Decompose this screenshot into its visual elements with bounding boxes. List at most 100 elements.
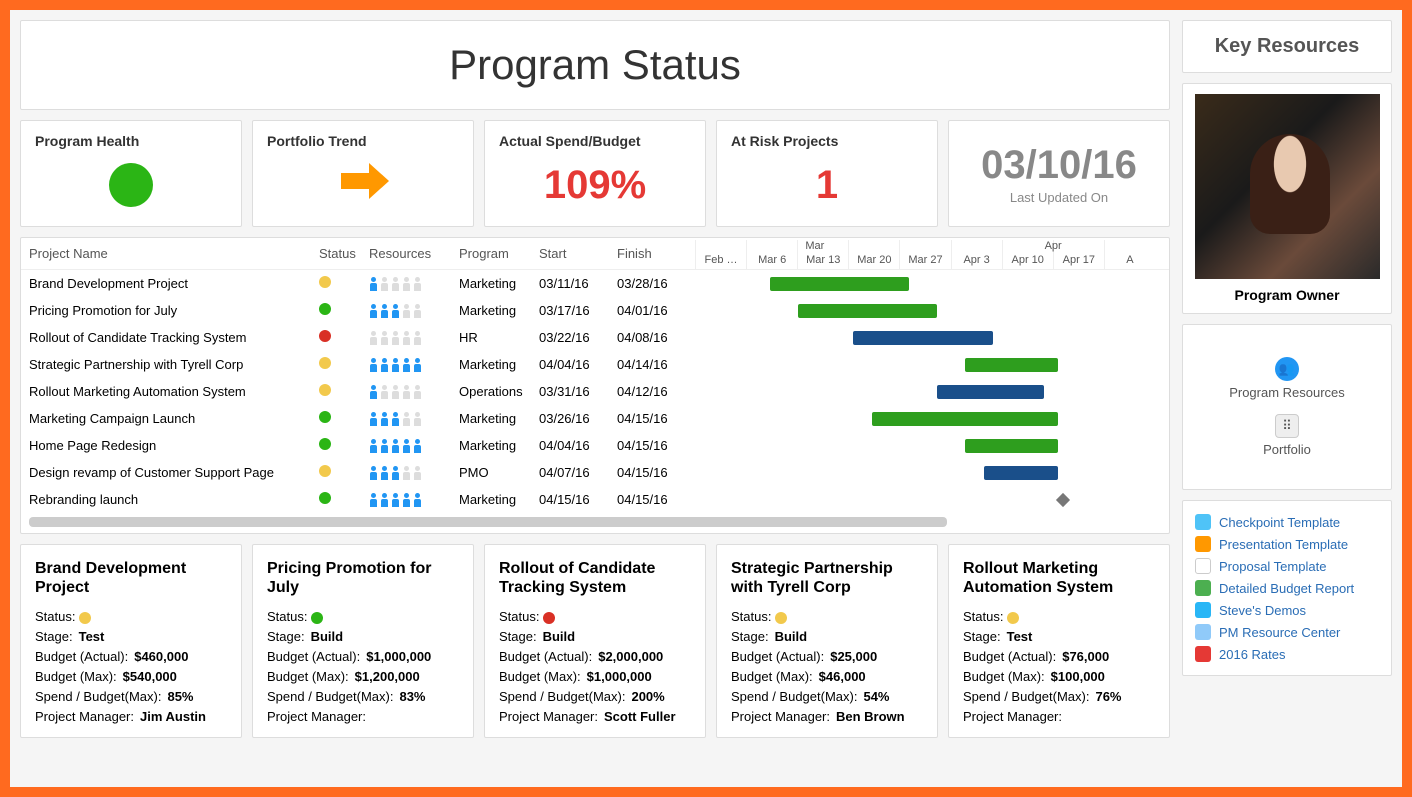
table-row[interactable]: Pricing Promotion for JulyMarketing03/17…: [21, 297, 1169, 324]
person-icon: [391, 304, 401, 318]
side-title: Key Resources: [1182, 20, 1392, 73]
title-panel: Program Status: [20, 20, 1170, 110]
card-line: Budget (Actual):$76,000: [963, 649, 1155, 664]
cell-finish: 04/15/16: [617, 492, 695, 507]
cell-resources: [369, 493, 459, 507]
cell-finish: 03/28/16: [617, 276, 695, 291]
status-dot-icon: [319, 357, 331, 369]
col-resources[interactable]: Resources: [369, 246, 459, 261]
cell-finish: 04/12/16: [617, 384, 695, 399]
kpi-risk[interactable]: At Risk Projects 1: [716, 120, 938, 227]
health-indicator-icon: [109, 163, 153, 207]
resource-link[interactable]: PM Resource Center: [1195, 621, 1379, 643]
cell-name: Design revamp of Customer Support Page: [29, 465, 319, 480]
horizontal-scrollbar[interactable]: [29, 517, 947, 527]
person-icon: [413, 304, 423, 318]
resource-link[interactable]: Steve's Demos: [1195, 599, 1379, 621]
col-program[interactable]: Program: [459, 246, 539, 261]
card-line: Budget (Max):$100,000: [963, 669, 1155, 684]
gantt-bar[interactable]: [965, 439, 1058, 453]
cell-resources: [369, 439, 459, 453]
card-line: Project Manager:Ben Brown: [731, 709, 923, 724]
people-icon: 👥: [1275, 357, 1299, 381]
person-icon: [369, 493, 379, 507]
timeline-tick: A: [1104, 240, 1155, 270]
project-card[interactable]: Brand Development ProjectStatus:Stage:Te…: [20, 544, 242, 738]
project-card[interactable]: Rollout Marketing Automation SystemStatu…: [948, 544, 1170, 738]
gantt-bar[interactable]: [770, 277, 910, 291]
table-row[interactable]: Strategic Partnership with Tyrell CorpMa…: [21, 351, 1169, 378]
person-icon: [391, 385, 401, 399]
cell-start: 03/17/16: [539, 303, 617, 318]
milestone-icon[interactable]: [1056, 492, 1070, 506]
cell-program: HR: [459, 330, 539, 345]
table-row[interactable]: Rollout of Candidate Tracking SystemHR03…: [21, 324, 1169, 351]
resource-link[interactable]: Presentation Template: [1195, 533, 1379, 555]
kpi-trend[interactable]: Portfolio Trend: [252, 120, 474, 227]
resource-link[interactable]: 2016 Rates: [1195, 643, 1379, 665]
cell-resources: [369, 412, 459, 426]
card-line: Status:: [267, 609, 459, 624]
timeline-header: MarAprFeb …Mar 6Mar 13Mar 20Mar 27Apr 3A…: [695, 240, 1155, 270]
cell-program: Marketing: [459, 357, 539, 372]
table-row[interactable]: Brand Development ProjectMarketing03/11/…: [21, 270, 1169, 297]
project-card[interactable]: Strategic Partnership with Tyrell CorpSt…: [716, 544, 938, 738]
project-card[interactable]: Rollout of Candidate Tracking SystemStat…: [484, 544, 706, 738]
col-start[interactable]: Start: [539, 246, 617, 261]
project-grid[interactable]: Project Name Status Resources Program St…: [20, 237, 1170, 534]
person-icon: [380, 493, 390, 507]
card-line: Budget (Max):$46,000: [731, 669, 923, 684]
person-icon: [402, 439, 412, 453]
table-row[interactable]: Rollout Marketing Automation SystemOpera…: [21, 378, 1169, 405]
person-icon: [402, 493, 412, 507]
person-icon: [369, 277, 379, 291]
card-line: Budget (Actual):$2,000,000: [499, 649, 691, 664]
col-name[interactable]: Project Name: [29, 246, 319, 261]
card-title: Brand Development Project: [35, 559, 227, 599]
person-icon: [369, 331, 379, 345]
col-finish[interactable]: Finish: [617, 246, 695, 261]
card-line: Stage:Build: [499, 629, 691, 644]
person-icon: [391, 466, 401, 480]
gantt-bar[interactable]: [984, 466, 1059, 480]
cell-resources: [369, 304, 459, 318]
gantt-bar[interactable]: [853, 331, 993, 345]
resource-link[interactable]: Proposal Template: [1195, 555, 1379, 577]
card-line: Stage:Build: [731, 629, 923, 644]
resource-item[interactable]: 👥Program Resources: [1193, 357, 1381, 400]
gantt-bar[interactable]: [872, 412, 1058, 426]
gantt-bar[interactable]: [937, 385, 1044, 399]
table-row[interactable]: Rebranding launchMarketing04/15/1604/15/…: [21, 486, 1169, 513]
gantt-bar[interactable]: [798, 304, 938, 318]
kpi-updated-caption: Last Updated On: [963, 190, 1155, 205]
project-card[interactable]: Pricing Promotion for JulyStatus:Stage:B…: [252, 544, 474, 738]
person-icon: [402, 358, 412, 372]
timeline-tick: Mar 20: [848, 240, 899, 270]
cell-timeline: [695, 275, 1161, 293]
program-owner-card[interactable]: Program Owner: [1182, 83, 1392, 314]
kpi-health[interactable]: Program Health: [20, 120, 242, 227]
resource-item[interactable]: ⠿Portfolio: [1193, 414, 1381, 457]
card-line: Budget (Actual):$25,000: [731, 649, 923, 664]
cell-start: 03/31/16: [539, 384, 617, 399]
table-row[interactable]: Home Page RedesignMarketing04/04/1604/15…: [21, 432, 1169, 459]
table-row[interactable]: Design revamp of Customer Support PagePM…: [21, 459, 1169, 486]
cell-finish: 04/08/16: [617, 330, 695, 345]
person-icon: [369, 358, 379, 372]
resource-link[interactable]: Checkpoint Template: [1195, 511, 1379, 533]
person-icon: [391, 277, 401, 291]
cell-resources: [369, 466, 459, 480]
person-icon: [413, 412, 423, 426]
table-row[interactable]: Marketing Campaign LaunchMarketing03/26/…: [21, 405, 1169, 432]
link-icon: [1195, 602, 1211, 618]
col-status[interactable]: Status: [319, 246, 369, 261]
person-icon: [380, 331, 390, 345]
timeline-tick: Mar 27: [899, 240, 950, 270]
kpi-spend[interactable]: Actual Spend/Budget 109%: [484, 120, 706, 227]
cell-resources: [369, 277, 459, 291]
gantt-bar[interactable]: [965, 358, 1058, 372]
link-icon: [1195, 580, 1211, 596]
resource-link[interactable]: Detailed Budget Report: [1195, 577, 1379, 599]
cell-finish: 04/15/16: [617, 438, 695, 453]
cell-start: 03/22/16: [539, 330, 617, 345]
